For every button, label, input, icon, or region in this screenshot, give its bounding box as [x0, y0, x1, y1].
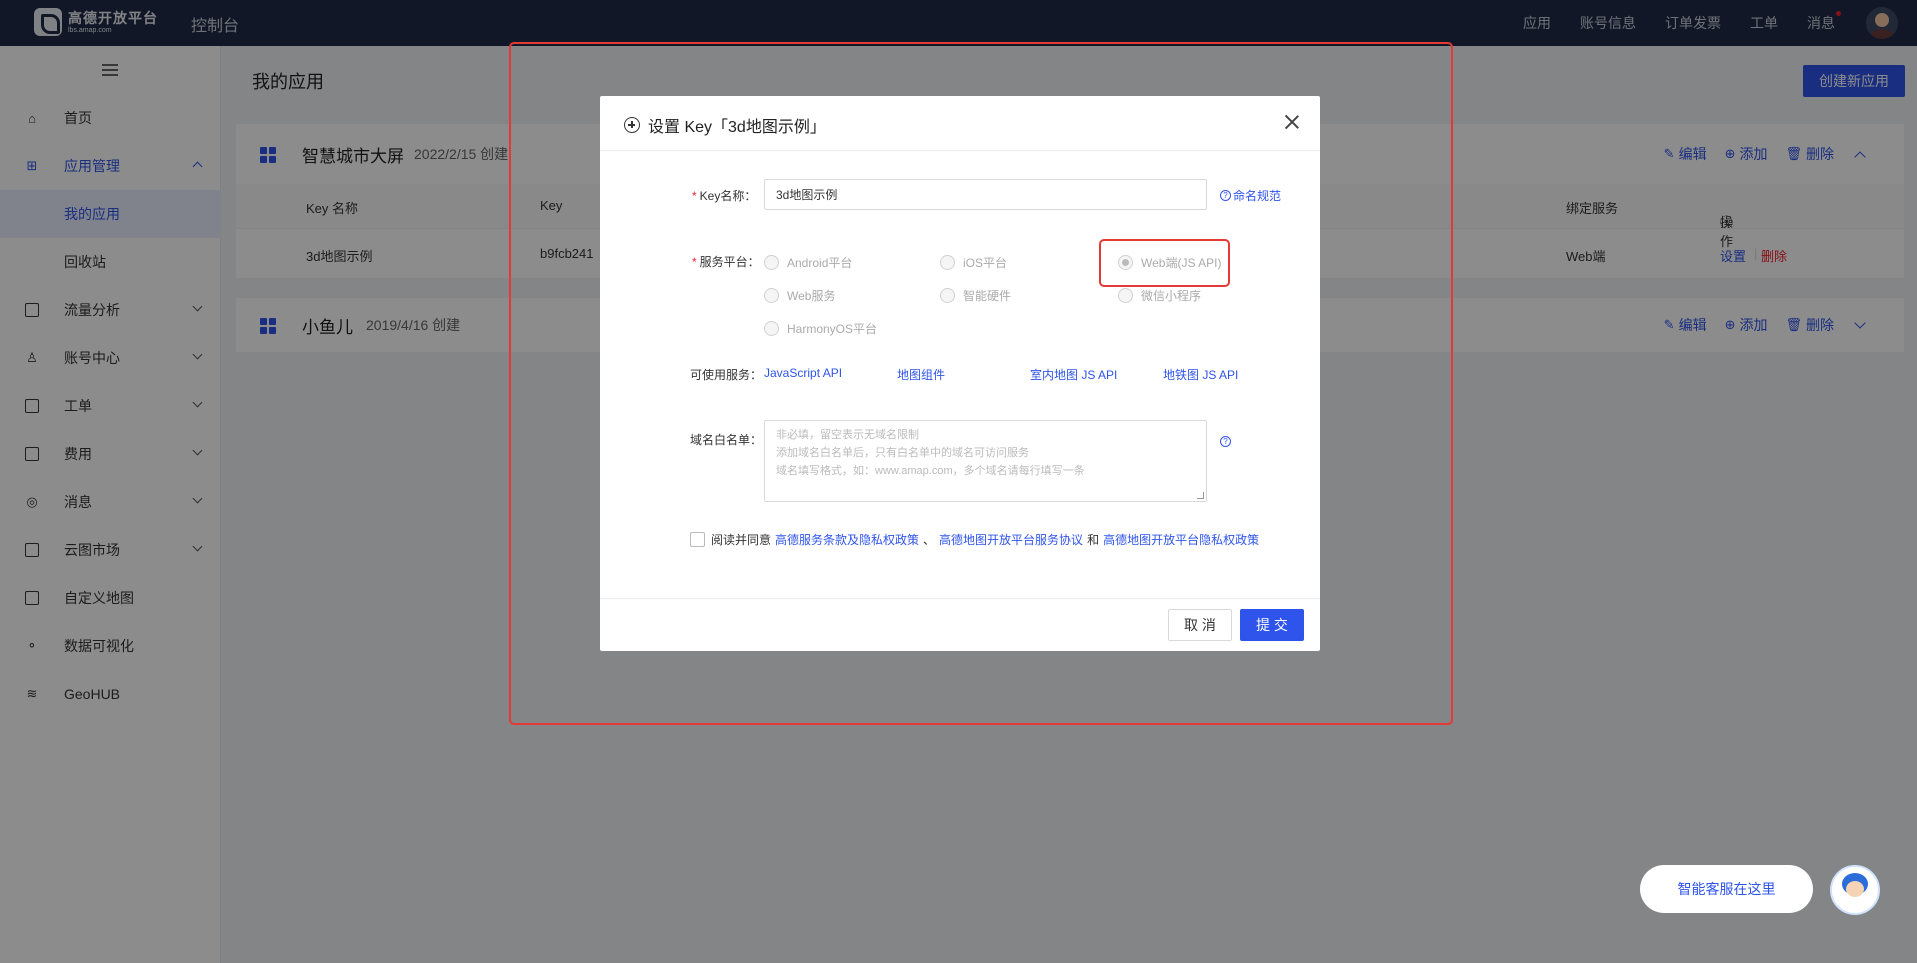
support-avatar-icon[interactable]	[1830, 865, 1880, 915]
smart-support-bubble[interactable]: 智能客服在这里	[1640, 865, 1813, 913]
annotation-highlight-modal	[509, 42, 1453, 725]
annotation-highlight-web-js-api	[1099, 239, 1230, 287]
